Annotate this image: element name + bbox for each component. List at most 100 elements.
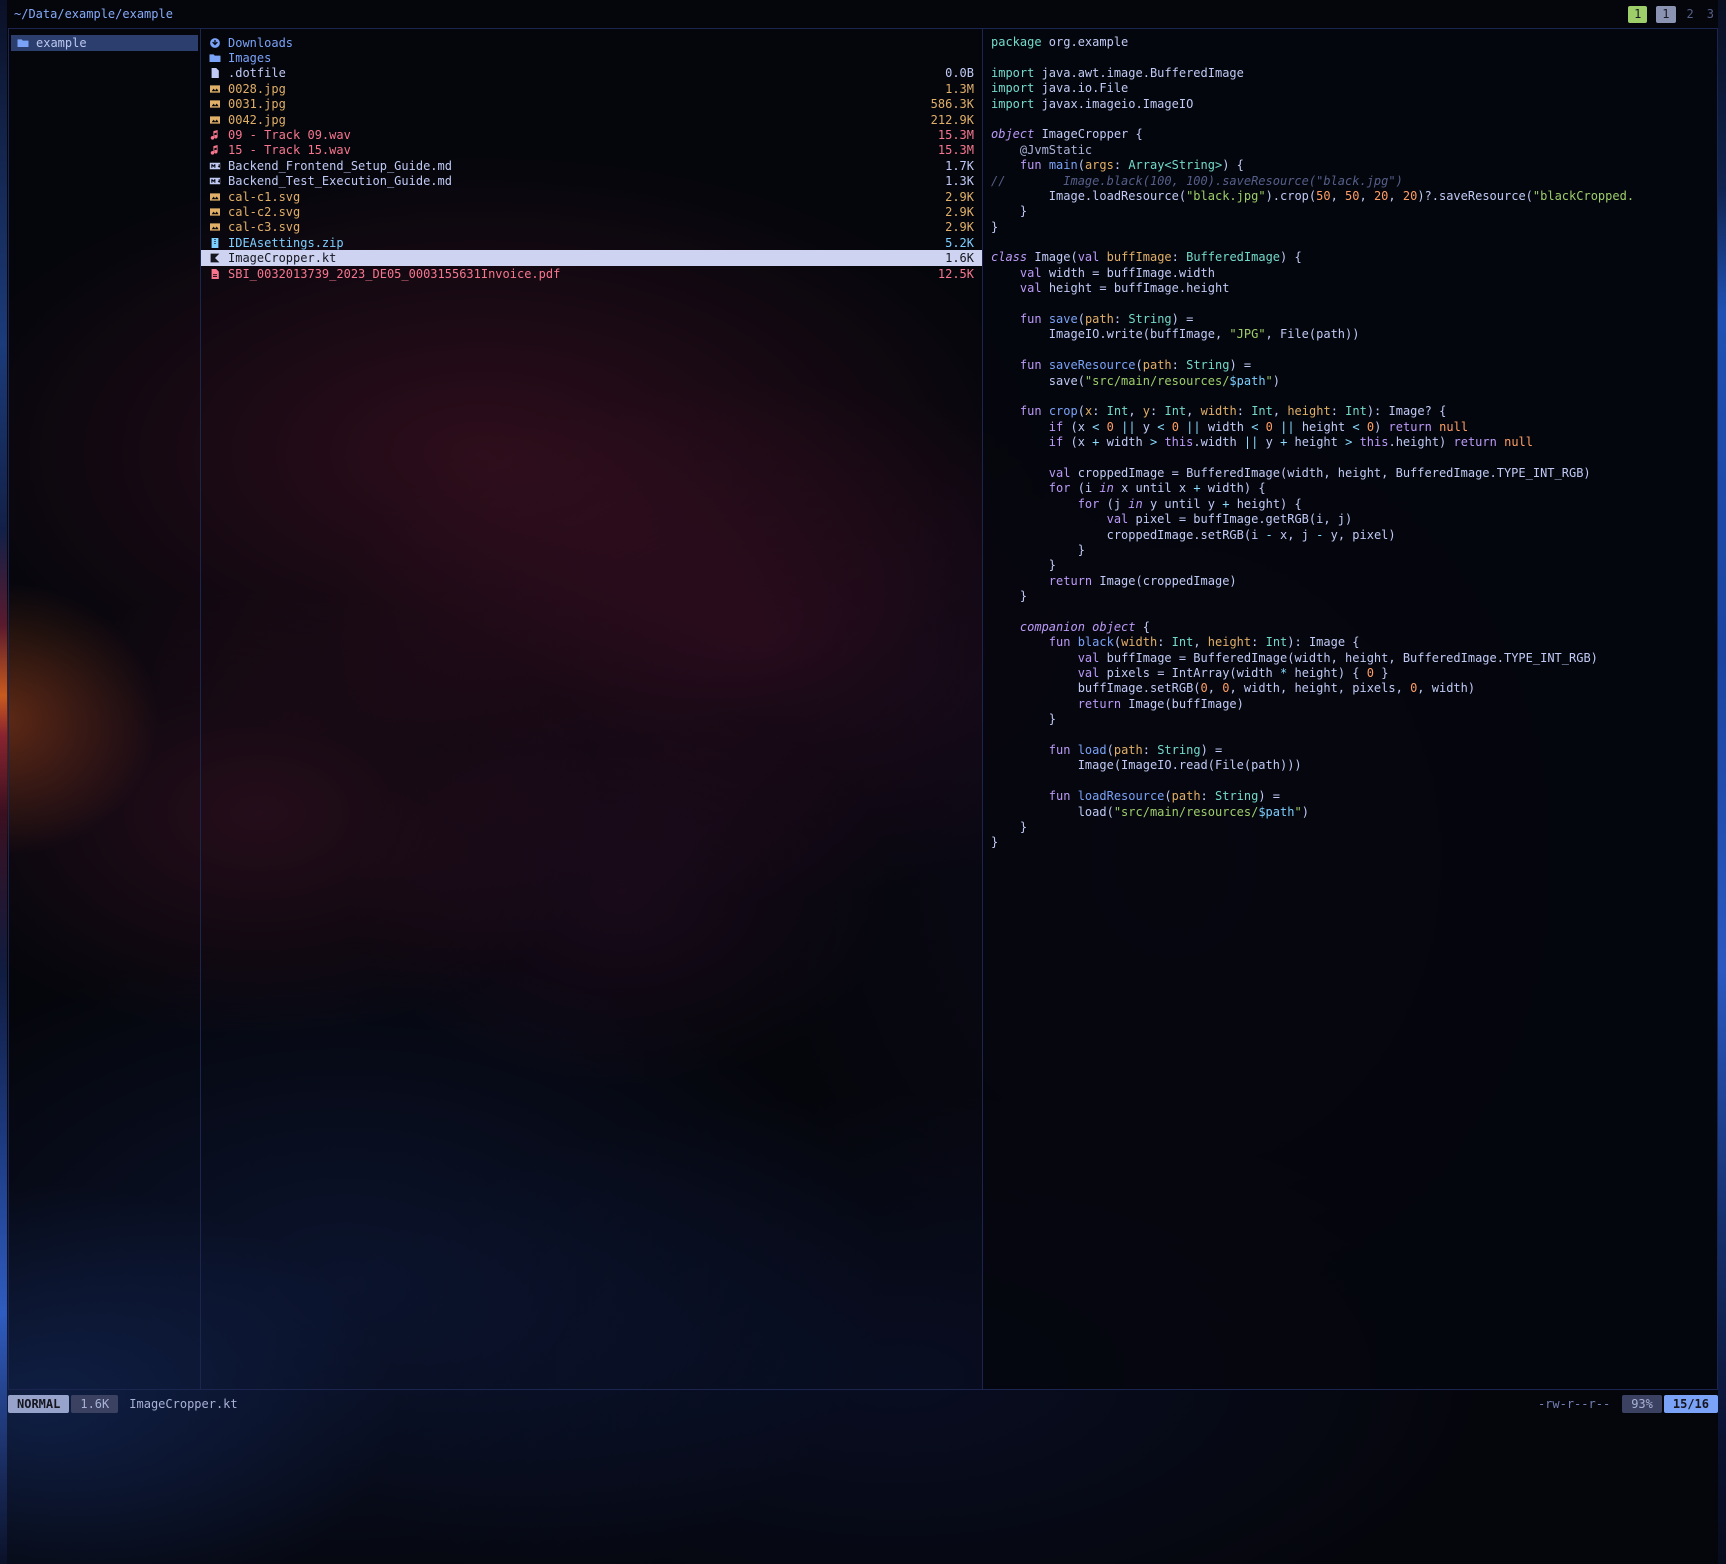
code-line: // Image.black(100, 100).saveResource("b… [991, 174, 1709, 189]
code-line: } [991, 712, 1709, 727]
code-line: fun crop(x: Int, y: Int, width: Int, hei… [991, 404, 1709, 419]
file-permissions: -rw-r--r-- [1538, 1397, 1610, 1411]
code-line [991, 50, 1709, 65]
parent-item-example[interactable]: example [11, 35, 198, 51]
audio-icon [209, 129, 221, 141]
list-position: 15/16 [1664, 1395, 1718, 1413]
parent-item-label: example [36, 36, 87, 50]
breadcrumb-path: ~/Data/example/example [8, 7, 173, 21]
current-file-name: ImageCropper.kt [129, 1397, 237, 1411]
code-line: for (i in x until x + width) { [991, 481, 1709, 496]
code-line [991, 604, 1709, 619]
image-icon [209, 191, 221, 203]
code-line: Image.loadResource("black.jpg").crop(50,… [991, 189, 1709, 204]
tab-bar: 1123 [1619, 6, 1716, 23]
file-row[interactable]: .dotfile 0.0B [201, 66, 982, 81]
code-line: } [991, 220, 1709, 235]
file-row[interactable]: 09 - Track 09.wav 15.3M [201, 127, 982, 142]
file-row[interactable]: Downloads [201, 35, 982, 50]
file-name: ImageCropper.kt [228, 251, 336, 265]
file-size: 2.9K [945, 205, 974, 219]
download-icon [209, 37, 221, 49]
code-line: if (x + width > this.width || y + height… [991, 435, 1709, 450]
code-line: return Image(croppedImage) [991, 574, 1709, 589]
file-name: IDEAsettings.zip [228, 236, 344, 250]
code-line: package org.example [991, 35, 1709, 50]
code-line: croppedImage.setRGB(i - x, j - y, pixel) [991, 528, 1709, 543]
archive-icon [209, 237, 221, 249]
wallpaper-right-edge [1718, 0, 1726, 1564]
file-name: cal-c3.svg [228, 220, 300, 234]
code-line: } [991, 835, 1709, 850]
file-name: 09 - Track 09.wav [228, 128, 351, 142]
code-line: load("src/main/resources/$path") [991, 805, 1709, 820]
file-name: .dotfile [228, 66, 286, 80]
code-line: import java.awt.image.BufferedImage [991, 66, 1709, 81]
audio-icon [209, 144, 221, 156]
file-row[interactable]: 0042.jpg212.9K [201, 112, 982, 127]
file-row[interactable]: IDEAsettings.zip5.2K [201, 235, 982, 250]
code-line [991, 728, 1709, 743]
code-line: object ImageCropper { [991, 127, 1709, 142]
tab-2[interactable]: 1 [1656, 6, 1675, 23]
markdown-icon [209, 160, 221, 172]
file-row[interactable]: Backend_Frontend_Setup_Guide.md 1.7K [201, 158, 982, 173]
file-row[interactable]: 0031.jpg586.3K [201, 97, 982, 112]
code-line: import javax.imageio.ImageIO [991, 97, 1709, 112]
file-row[interactable]: Backend_Test_Execution_Guide.md1.3K [201, 174, 982, 189]
file-row[interactable]: cal-c3.svg2.9K [201, 220, 982, 235]
parent-pane[interactable]: example [8, 28, 201, 1390]
file-list-pane[interactable]: DownloadsImages.dotfile0.0B0028.jpg1.3M0… [200, 28, 983, 1390]
file-name: Downloads [228, 36, 293, 50]
file-size-indicator: 1.6K [71, 1395, 118, 1413]
code-line: fun load(path: String) = [991, 743, 1709, 758]
file-name: 15 - Track 15.wav [228, 143, 351, 157]
tab-1[interactable]: 1 [1628, 6, 1647, 23]
tab-4[interactable]: 3 [1705, 6, 1716, 23]
code-line: } [991, 558, 1709, 573]
file-name: cal-c2.svg [228, 205, 300, 219]
code-line [991, 774, 1709, 789]
file-size: 212.9K [931, 113, 974, 127]
file-row[interactable]: SBI_0032013739_2023_DE05_0003155631Invoi… [201, 266, 982, 281]
code-line: val pixels = IntArray(width * height) { … [991, 666, 1709, 681]
file-row[interactable]: cal-c2.svg 2.9K [201, 204, 982, 219]
code-line: Image(ImageIO.read(File(path))) [991, 758, 1709, 773]
code-line: if (x < 0 || y < 0 || width < 0 || heigh… [991, 420, 1709, 435]
file-row[interactable]: 0028.jpg1.3M [201, 81, 982, 96]
file-row[interactable]: Images [201, 50, 982, 65]
parent-list: example [9, 35, 200, 51]
tab-3[interactable]: 2 [1685, 6, 1696, 23]
code-line: fun save(path: String) = [991, 312, 1709, 327]
image-icon [209, 114, 221, 126]
code-line: } [991, 543, 1709, 558]
file-row[interactable]: cal-c1.svg2.9K [201, 189, 982, 204]
header-bar: ~/Data/example/example 1123 [8, 4, 1716, 24]
code-line: buffImage.setRGB(0, 0, width, height, pi… [991, 681, 1709, 696]
file-size: 0.0B [945, 66, 974, 80]
file-row[interactable]: ImageCropper.kt1.6K [201, 250, 982, 265]
file-size: 1.7K [945, 159, 974, 173]
file-size: 586.3K [931, 97, 974, 111]
pdf-icon [209, 268, 221, 280]
code-line [991, 112, 1709, 127]
kotlin-icon [209, 252, 221, 264]
markdown-icon [209, 175, 221, 187]
folder-icon [209, 52, 221, 64]
status-bar: NORMAL 1.6K ImageCropper.kt -rw-r--r-- 9… [8, 1394, 1718, 1414]
file-size: 2.9K [945, 190, 974, 204]
code-line: fun loadResource(path: String) = [991, 789, 1709, 804]
file-list: DownloadsImages.dotfile0.0B0028.jpg1.3M0… [201, 35, 982, 281]
file-name: Backend_Frontend_Setup_Guide.md [228, 159, 452, 173]
image-icon [209, 98, 221, 110]
image-icon [209, 206, 221, 218]
code-line: } [991, 204, 1709, 219]
file-size: 12.5K [938, 267, 974, 281]
file-row[interactable]: 15 - Track 15.wav15.3M [201, 143, 982, 158]
mode-indicator: NORMAL [8, 1395, 69, 1413]
file-size: 15.3M [938, 128, 974, 142]
file-name: SBI_0032013739_2023_DE05_0003155631Invoi… [228, 267, 560, 281]
code-line: import java.io.File [991, 81, 1709, 96]
code-line: class Image(val buffImage: BufferedImage… [991, 250, 1709, 265]
code-line: val croppedImage = BufferedImage(width, … [991, 466, 1709, 481]
